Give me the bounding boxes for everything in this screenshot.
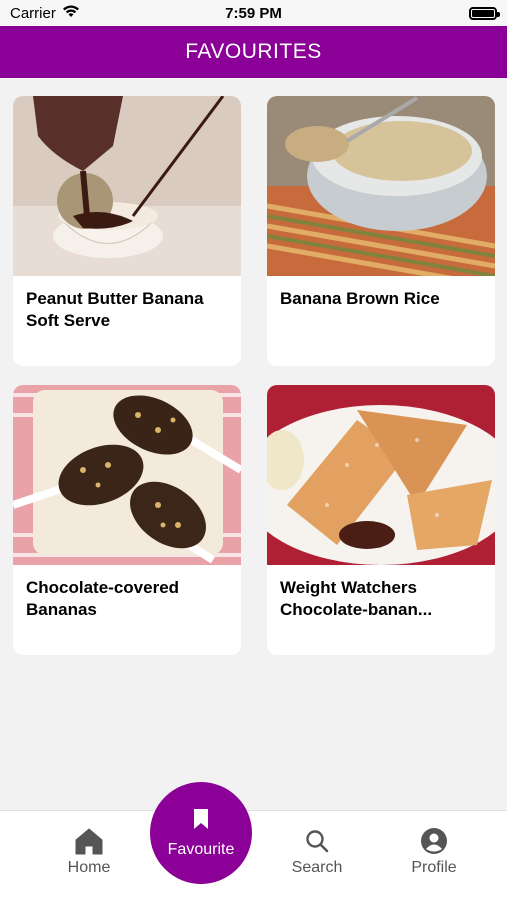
recipe-card[interactable]: Chocolate-covered Bananas (13, 385, 241, 655)
recipe-title: Banana Brown Rice (280, 289, 440, 308)
tab-profile[interactable]: Profile (379, 811, 489, 900)
recipe-card[interactable]: Peanut Butter Banana Soft Serve (13, 96, 241, 366)
tab-bar: Home Search Profile (0, 810, 507, 900)
carrier-label: Carrier (10, 4, 56, 22)
page-title: FAVOURITES (185, 40, 322, 63)
recipe-title: Chocolate-covered Bananas (26, 578, 180, 619)
tab-home[interactable]: Home (34, 811, 144, 900)
recipe-card[interactable]: Banana Brown Rice (267, 96, 495, 366)
recipe-image (267, 96, 495, 276)
tab-search[interactable]: Search (262, 811, 372, 900)
tab-search-label: Search (291, 859, 343, 876)
recipe-image (13, 385, 241, 565)
wifi-icon (62, 4, 80, 22)
tab-profile-label: Profile (411, 859, 457, 876)
battery-icon (469, 6, 500, 20)
profile-icon (420, 827, 448, 855)
status-bar: Carrier 7:59 PM (0, 0, 507, 26)
page-header: FAVOURITES (0, 26, 507, 78)
bookmark-icon (193, 808, 209, 835)
tab-favourite[interactable]: Favourite (150, 782, 252, 884)
tab-favourite-label: Favourite (167, 840, 235, 858)
recipe-image (13, 96, 241, 276)
recipe-card[interactable]: Weight Watchers Chocolate-banan... (267, 385, 495, 655)
favourites-grid: Peanut Butter Banana Soft Serve Banana B… (13, 96, 495, 655)
home-icon (75, 827, 103, 855)
recipe-title: Peanut Butter Banana Soft Serve (26, 289, 204, 330)
status-left: Carrier (10, 4, 80, 22)
search-icon (305, 827, 329, 855)
recipe-title: Weight Watchers Chocolate-banan... (280, 578, 433, 619)
tab-home-label: Home (67, 859, 111, 876)
recipe-image (267, 385, 495, 565)
